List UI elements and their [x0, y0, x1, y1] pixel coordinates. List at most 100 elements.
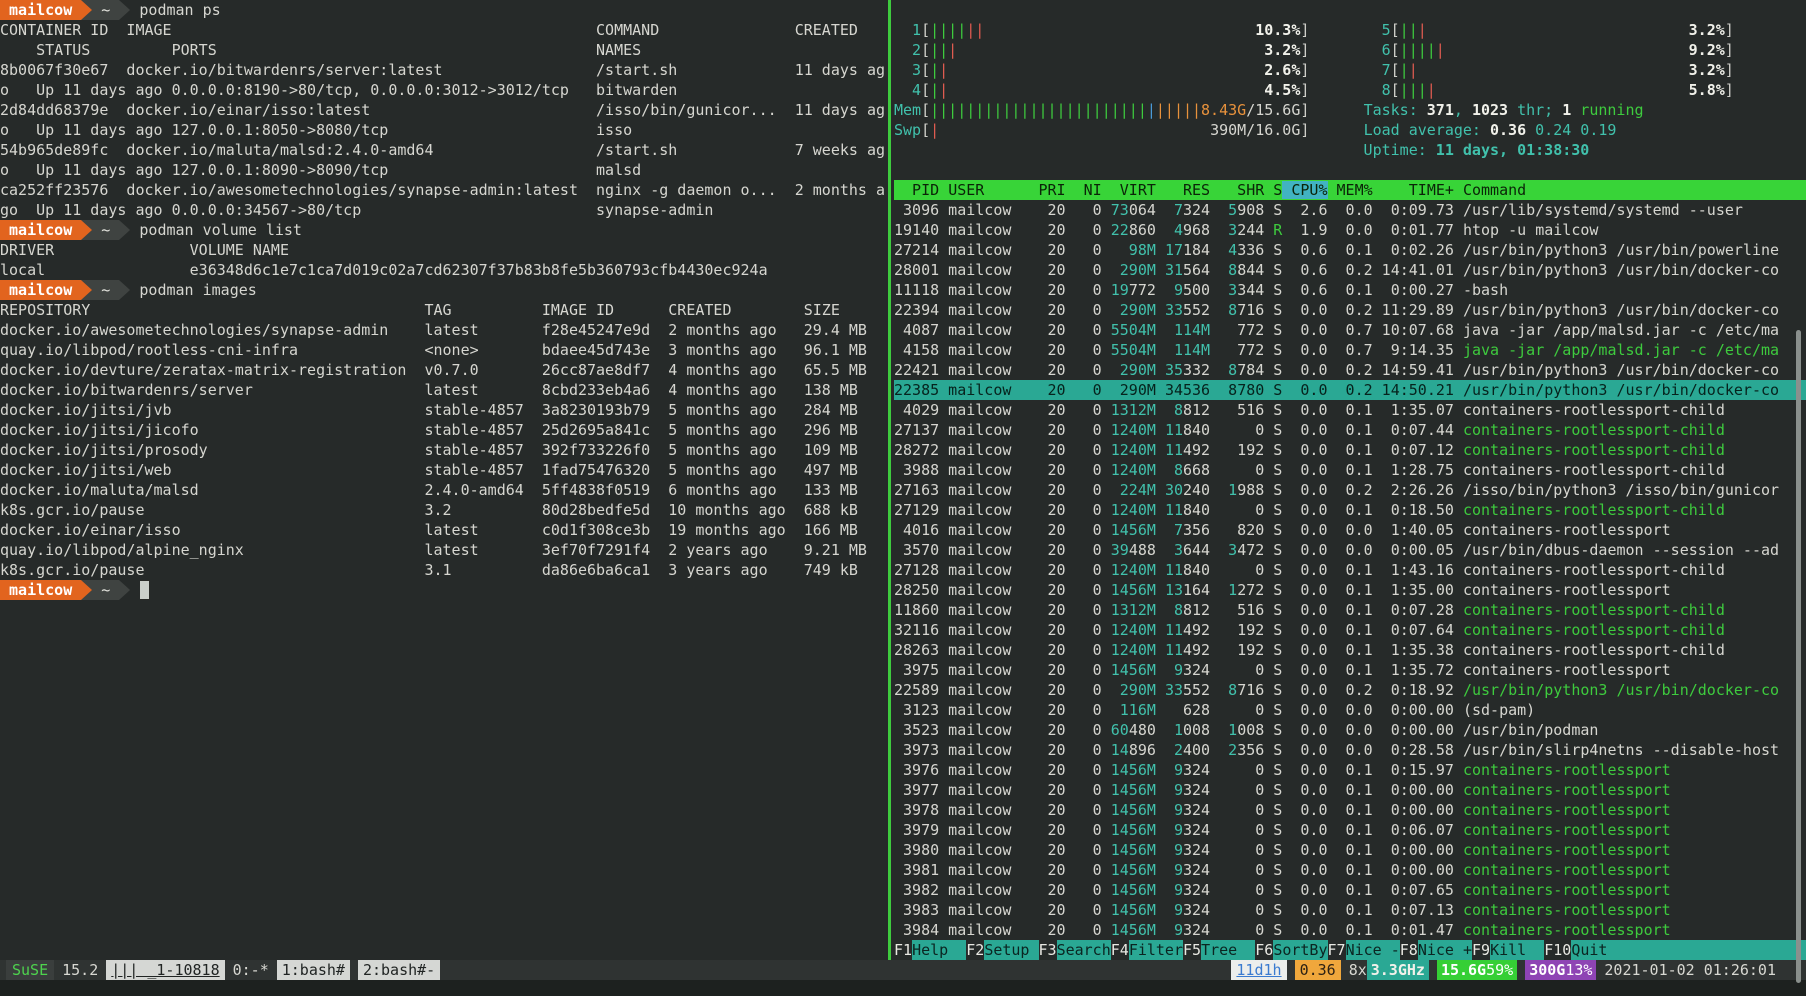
process-row[interactable]: 27137 mailcow 20 0 1240M 11840 0 S 0.0 0… — [894, 420, 1806, 440]
process-row[interactable]: 22385 mailcow 20 0 290M 34536 8780 S 0.0… — [894, 380, 1806, 400]
terminal-output-line: docker.io/jitsi/jicofo stable-4857 25d26… — [0, 420, 885, 440]
column-time[interactable]: TIME+ — [1373, 181, 1454, 199]
process-fields: 28250 mailcow 20 0 — [894, 581, 1111, 599]
pane-divider[interactable] — [888, 0, 891, 960]
process-row[interactable]: 19140 mailcow 20 0 22860 4968 3244 R 1.9… — [894, 220, 1806, 240]
spacer — [1210, 581, 1219, 599]
spacer — [1210, 321, 1219, 339]
process-row[interactable]: 3123 mailcow 20 0 116M 628 0 S 0.0 0.0 0… — [894, 700, 1806, 720]
window-0-item[interactable]: 0:-* — [233, 960, 269, 980]
process-row[interactable]: 27214 mailcow 20 0 98M 17184 4336 S 0.6 … — [894, 240, 1806, 260]
fkey-kill[interactable]: F9Kill — [1472, 940, 1544, 960]
mem-value: 1 — [1219, 481, 1237, 499]
fkey-label: Filter — [1129, 940, 1183, 960]
process-state: R — [1264, 221, 1282, 239]
spacer — [1210, 261, 1219, 279]
process-stats: 0.0 0.1 1:35.07 — [1282, 401, 1463, 419]
mem-value: 1240M — [1111, 621, 1156, 639]
column-command[interactable]: Command — [1454, 181, 1526, 199]
fkey-nice[interactable]: F7Nice - — [1328, 940, 1400, 960]
column-mem[interactable]: MEM% — [1328, 181, 1373, 199]
process-row[interactable]: 27163 mailcow 20 0 224M 30240 1988 S 0.0… — [894, 480, 1806, 500]
process-row[interactable]: 3980 mailcow 20 0 1456M 9324 0 S 0.0 0.1… — [894, 840, 1806, 860]
process-row[interactable]: 4029 mailcow 20 0 1312M 8812 516 S 0.0 0… — [894, 400, 1806, 420]
process-row[interactable]: 3981 mailcow 20 0 1456M 9324 0 S 0.0 0.1… — [894, 860, 1806, 880]
column-res[interactable]: RES — [1156, 181, 1210, 199]
process-row[interactable]: 32116 mailcow 20 0 1240M 11492 192 S 0.0… — [894, 620, 1806, 640]
process-row[interactable]: 4087 mailcow 20 0 5504M 114M 772 S 0.0 0… — [894, 320, 1806, 340]
mem-value: 324 — [1183, 821, 1210, 839]
fkey-help[interactable]: F1Help — [894, 940, 966, 960]
process-row[interactable]: 4016 mailcow 20 0 1456M 7356 820 S 0.0 0… — [894, 520, 1806, 540]
column-pid[interactable]: PID — [894, 181, 948, 199]
tmux-session-badge[interactable]: ||| _1-10818 — [106, 960, 224, 980]
column-virt[interactable]: VIRT — [1102, 181, 1156, 199]
command-text: podman volume list — [130, 220, 302, 240]
column-pri[interactable]: PRI — [1039, 181, 1066, 199]
fkey-filter[interactable]: F4Filter — [1111, 940, 1183, 960]
scrollbar-thumb[interactable] — [1796, 330, 1801, 983]
column-ni[interactable]: NI — [1066, 181, 1102, 199]
process-row[interactable]: 3977 mailcow 20 0 1456M 9324 0 S 0.0 0.1… — [894, 780, 1806, 800]
process-row[interactable]: 3988 mailcow 20 0 1240M 8668 0 S 0.0 0.1… — [894, 460, 1806, 480]
process-row[interactable]: 3979 mailcow 20 0 1456M 9324 0 S 0.0 0.1… — [894, 820, 1806, 840]
fkey-quit[interactable]: F10Quit — [1544, 940, 1806, 960]
process-command: containers-rootlessport-child — [1463, 461, 1725, 479]
process-row[interactable]: 3983 mailcow 20 0 1456M 9324 0 S 0.0 0.1… — [894, 900, 1806, 920]
spacer — [1156, 741, 1165, 759]
process-fields: 22589 mailcow 20 0 — [894, 681, 1111, 699]
mem-value: 812 — [1183, 401, 1210, 419]
process-row[interactable]: 3973 mailcow 20 0 14896 2400 2356 S 0.0 … — [894, 740, 1806, 760]
process-row[interactable]: 3975 mailcow 20 0 1456M 9324 0 S 0.0 0.1… — [894, 660, 1806, 680]
window-1-item[interactable]: 1:bash# — [277, 960, 350, 980]
process-row[interactable]: 3570 mailcow 20 0 39488 3644 3472 S 0.0 … — [894, 540, 1806, 560]
tasks-line: Tasks: 371, 1023 thr; 1 running — [1364, 100, 1644, 120]
process-row[interactable]: 27128 mailcow 20 0 1240M 11840 0 S 0.0 0… — [894, 560, 1806, 580]
process-fields: 3979 mailcow 20 0 — [894, 821, 1111, 839]
process-row[interactable]: 3976 mailcow 20 0 1456M 9324 0 S 0.0 0.1… — [894, 760, 1806, 780]
process-row[interactable]: 22589 mailcow 20 0 290M 33552 8716 S 0.0… — [894, 680, 1806, 700]
process-row[interactable]: 3982 mailcow 20 0 1456M 9324 0 S 0.0 0.1… — [894, 880, 1806, 900]
process-state: S — [1264, 821, 1282, 839]
mem-value: 14 — [1111, 741, 1129, 759]
process-row[interactable]: 3096 mailcow 20 0 73064 7324 5908 S 2.6 … — [894, 200, 1806, 220]
column-cpu-sorted[interactable]: CPU% — [1282, 181, 1327, 199]
process-row[interactable]: 27129 mailcow 20 0 1240M 11840 0 S 0.0 0… — [894, 500, 1806, 520]
process-row[interactable]: 28272 mailcow 20 0 1240M 11492 192 S 0.0… — [894, 440, 1806, 460]
process-row[interactable]: 4158 mailcow 20 0 5504M 114M 772 S 0.0 0… — [894, 340, 1806, 360]
process-row[interactable]: 3523 mailcow 20 0 60480 1008 1008 S 0.0 … — [894, 720, 1806, 740]
process-row[interactable]: 3978 mailcow 20 0 1456M 9324 0 S 0.0 0.1… — [894, 800, 1806, 820]
mem-value: 1312M — [1111, 601, 1156, 619]
prompt-user: mailcow — [0, 220, 81, 240]
prompt-user: mailcow — [0, 280, 81, 300]
process-fields: 27214 mailcow 20 0 — [894, 241, 1111, 259]
process-fields: 3123 mailcow 20 0 — [894, 701, 1111, 719]
window-2-item[interactable]: 2:bash#- — [358, 960, 440, 980]
process-state: S — [1264, 901, 1282, 919]
process-state: S — [1264, 561, 1282, 579]
spacer — [1156, 361, 1165, 379]
process-row[interactable]: 3984 mailcow 20 0 1456M 9324 0 S 0.0 0.1… — [894, 920, 1806, 940]
fkey-tree[interactable]: F5Tree — [1183, 940, 1255, 960]
process-row[interactable]: 11860 mailcow 20 0 1312M 8812 516 S 0.0 … — [894, 600, 1806, 620]
process-row[interactable]: 22394 mailcow 20 0 290M 33552 8716 S 0.0… — [894, 300, 1806, 320]
process-row[interactable]: 28250 mailcow 20 0 1456M 13164 1272 S 0.… — [894, 580, 1806, 600]
column-shr[interactable]: SHR — [1210, 181, 1264, 199]
column-user[interactable]: USER — [948, 181, 1038, 199]
fkey-search[interactable]: F3Search — [1039, 940, 1111, 960]
column-state[interactable]: S — [1264, 181, 1282, 199]
process-command: containers-rootlessport-child — [1463, 401, 1725, 419]
text: Uptime: — [1364, 141, 1436, 159]
spacer — [1156, 421, 1165, 439]
process-row[interactable]: 28263 mailcow 20 0 1240M 11492 192 S 0.0… — [894, 640, 1806, 660]
fkey-nice[interactable]: F8Nice + — [1400, 940, 1472, 960]
mem-value: 0 — [1219, 701, 1264, 719]
fkey-setup[interactable]: F2Setup — [966, 940, 1038, 960]
mem-value: 1456M — [1111, 921, 1156, 939]
process-row[interactable]: 11118 mailcow 20 0 19772 9500 3344 S 0.6… — [894, 280, 1806, 300]
process-row[interactable]: 22421 mailcow 20 0 290M 35332 8784 S 0.0… — [894, 360, 1806, 380]
fkey-sortby[interactable]: F6SortBy — [1255, 940, 1327, 960]
process-row[interactable]: 28001 mailcow 20 0 290M 31564 8844 S 0.6… — [894, 260, 1806, 280]
meter-bracket: ] — [1725, 80, 1734, 100]
process-command: containers-rootlessport-child — [1463, 621, 1725, 639]
